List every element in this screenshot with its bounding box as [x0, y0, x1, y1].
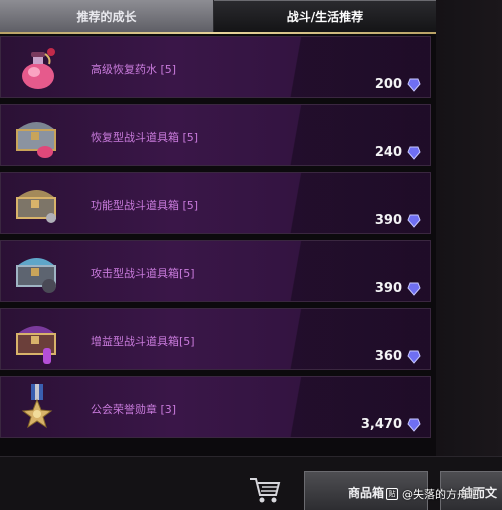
- gem-icon: [407, 418, 421, 432]
- list-item[interactable]: 功能型战斗道具箱 [5] 390: [0, 172, 431, 234]
- tab-combat-life[interactable]: 战斗/生活推荐: [214, 0, 436, 32]
- list-item[interactable]: 高级恢复药水 [5] 200: [0, 36, 431, 98]
- item-price: 200: [374, 77, 402, 92]
- item-list: 高级恢复药水 [5] 200 恢复型战斗道具箱 [5] 240 功能型战斗道具箱…: [0, 36, 432, 444]
- item-price: 3,470: [360, 417, 402, 432]
- chest-gold-icon: [11, 178, 63, 230]
- gem-icon: [407, 350, 421, 364]
- list-item[interactable]: 攻击型战斗道具箱[5] 390: [0, 240, 431, 302]
- item-name: 功能型战斗道具箱 [5]: [91, 199, 199, 212]
- item-name: 公会荣誉勋章 [3]: [91, 403, 177, 416]
- watermark: 贴 @失落的方舟吧: [386, 486, 479, 502]
- list-item[interactable]: 公会荣誉勋章 [3] 3,470: [0, 376, 431, 438]
- tab-underline: [0, 32, 436, 34]
- item-price: 240: [374, 145, 402, 160]
- chest-pink-icon: [11, 110, 63, 162]
- item-name: 攻击型战斗道具箱[5]: [91, 267, 195, 280]
- item-name: 增益型战斗道具箱[5]: [91, 335, 195, 348]
- gem-icon: [407, 282, 421, 296]
- list-item[interactable]: 恢复型战斗道具箱 [5] 240: [0, 104, 431, 166]
- list-item[interactable]: 增益型战斗道具箱[5] 360: [0, 308, 431, 370]
- watermark-text: @失落的方舟吧: [402, 488, 479, 501]
- medal-icon: [11, 382, 63, 434]
- tab-bar: 推荐的成长 战斗/生活推荐: [0, 0, 436, 34]
- background-strip: [436, 0, 502, 460]
- chest-blue-icon: [11, 246, 63, 298]
- gem-icon: [407, 146, 421, 160]
- item-name: 恢复型战斗道具箱 [5]: [91, 131, 199, 144]
- gem-icon: [407, 214, 421, 228]
- watermark-logo-icon: 贴: [386, 488, 398, 500]
- item-price: 390: [374, 213, 402, 228]
- cart-icon[interactable]: [248, 475, 282, 505]
- gem-icon: [407, 78, 421, 92]
- item-name: 高级恢复药水 [5]: [91, 63, 177, 76]
- item-price: 390: [374, 281, 402, 296]
- potion-icon: [11, 42, 63, 94]
- tab-recommended-growth[interactable]: 推荐的成长: [0, 0, 214, 32]
- item-price: 360: [374, 349, 402, 364]
- chest-purple-icon: [11, 314, 63, 366]
